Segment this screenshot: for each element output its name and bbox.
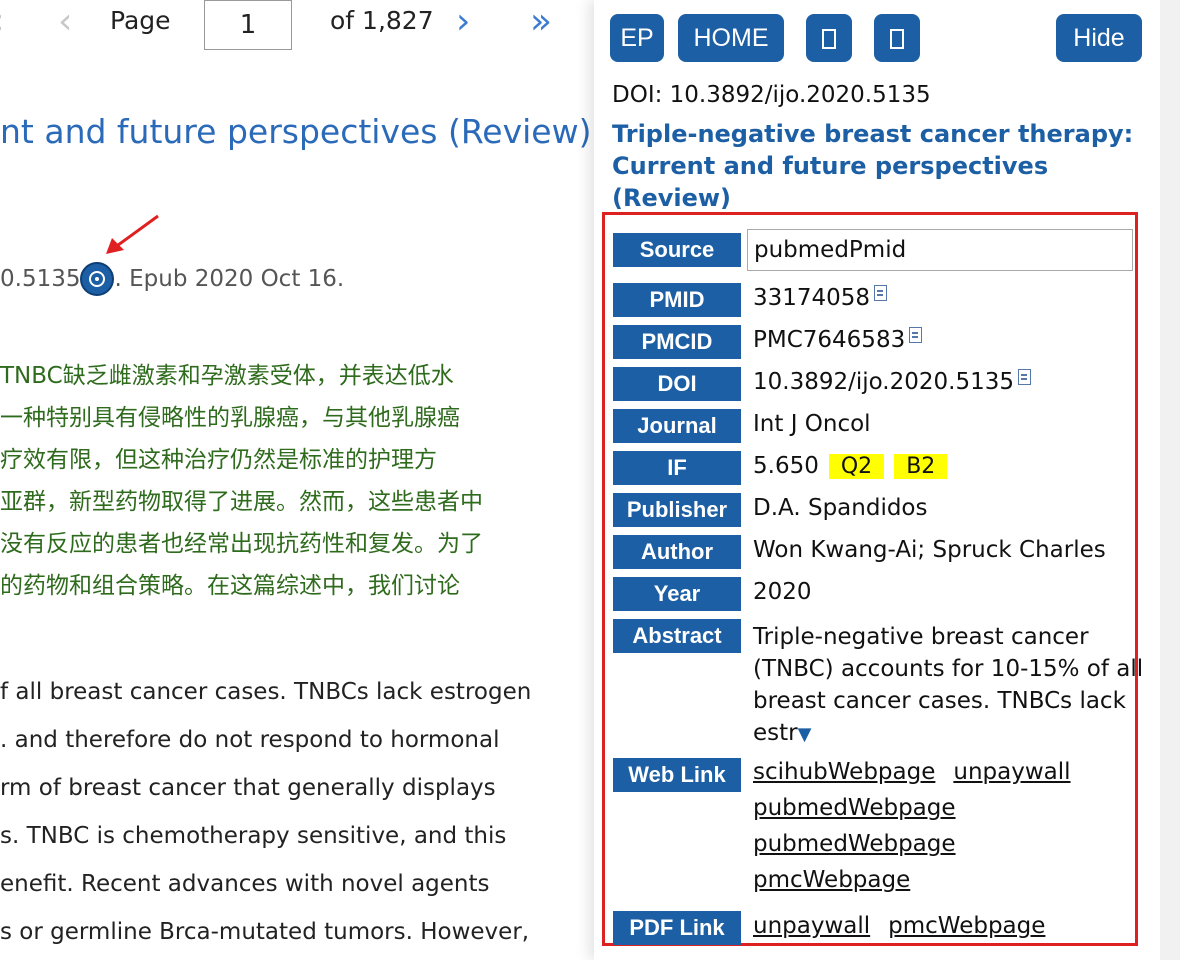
expand-arrow-icon[interactable]: ▼ [798,724,812,745]
page-total: of 1,827 [330,6,434,35]
doi-label: DOI [613,367,741,401]
weblink-pmc[interactable]: pmcWebpage [753,867,910,893]
first-page-arrow-icon[interactable]: ‹ [0,2,4,42]
weblink-row: pmcWebpage [753,867,928,893]
copy-icon[interactable] [1018,369,1031,385]
ep-extension-badge-icon[interactable] [80,262,115,296]
next-page-arrow-icon[interactable]: › [456,2,470,42]
doi-header: DOI: 10.3892/ijo.2020.5135 [612,82,931,108]
article-title: nt and future perspectives (Review). [0,112,600,151]
pmid-row: 33174058 [753,285,888,311]
pmcid-label: PMCID [613,325,741,359]
weblink-row: pubmedWebpage [753,831,974,857]
english-line: . and therefore do not respond to hormon… [0,727,500,753]
pdflink-label: PDF Link [613,911,741,945]
publisher-label: Publisher [613,493,741,527]
weblink-row: scihubWebpage unpaywall [753,759,1089,785]
if-row: 5.650 Q2 B2 [753,453,948,479]
pdflink-pmc[interactable]: pmcWebpage [888,913,1045,939]
ep-info-panel: EP HOME Hide DOI: 10.3892/ijo.2020.5135 … [594,0,1160,960]
chinese-line: 没有反应的患者也经常出现抗药性和复发。为了 [0,531,483,557]
chinese-line: 疗效有限，但这种治疗仍然是标准的护理方 [0,447,437,473]
english-abstract: f all breast cancer cases. TNBCs lack es… [0,668,600,956]
weblink-row: pubmedWebpage [753,795,974,821]
missing-glyph-icon [890,29,904,50]
placeholder-glyph-button[interactable] [874,14,920,62]
weblink-scihub[interactable]: scihubWebpage [753,759,935,785]
weblink-pubmed[interactable]: pubmedWebpage [753,795,956,821]
hide-button[interactable]: Hide [1056,14,1142,62]
journal-label: Journal [613,409,741,443]
if-label: IF [613,451,741,485]
english-line: enefit. Recent advances with novel agent… [0,871,490,897]
source-label: Source [613,233,741,267]
citation-line: 0.5135 . Epub 2020 Oct 16. [0,262,344,296]
placeholder-glyph-button[interactable] [806,14,852,62]
home-button[interactable]: HOME [678,14,784,62]
ep-logo-button[interactable]: EP [610,14,664,62]
pmid-label: PMID [613,283,741,317]
source-field[interactable]: pubmedPmid [747,229,1133,271]
copy-icon[interactable] [874,285,888,301]
quartile-badge: Q2 [828,454,885,479]
chinese-abstract: TNBC缺乏雌激素和孕激素受体，并表达低水 一种特别具有侵略性的乳腺癌，与其他乳… [0,355,600,607]
page-label: Page [110,6,171,35]
english-line: rm of breast cancer that generally displ… [0,775,496,801]
year-label: Year [613,577,741,611]
author-value: Won Kwang-Ai; Spruck Charles [753,537,1106,563]
red-pointer-arrow-icon [106,214,159,254]
doi-row: 10.3892/ijo.2020.5135 [753,369,1031,395]
weblink-pubmed[interactable]: pubmedWebpage [753,831,956,857]
weblink-label: Web Link [613,758,741,792]
abstract-value: Triple-negative breast cancer (TNBC) acc… [753,624,1144,746]
missing-glyph-icon [822,29,836,50]
last-page-arrow-icon[interactable]: » [530,2,552,42]
year-value: 2020 [753,579,812,605]
doi-value: 10.3892/ijo.2020.5135 [753,369,1014,395]
copy-icon[interactable] [909,327,923,343]
pmid-value: 33174058 [753,285,871,311]
grade-badge: B2 [894,454,948,479]
panel-title: Triple-negative breast cancer therapy: C… [612,120,1134,212]
abstract-text: Triple-negative breast cancer (TNBC) acc… [753,621,1145,751]
window-edge [1160,0,1180,960]
article-page: ‹ ‹ Page 1 of 1,827 › » nt and future pe… [0,0,600,960]
publisher-value: D.A. Spandidos [753,495,928,521]
author-label: Author [613,535,741,569]
abstract-label: Abstract [613,619,741,653]
prev-page-arrow-icon[interactable]: ‹ [58,2,72,42]
metadata-box: Source pubmedPmid PMID 33174058 PMCID PM… [602,212,1143,946]
english-line: s or germline Brca-mutated tumors. Howev… [0,919,530,945]
page-number-input[interactable]: 1 [204,0,292,50]
citation-doi-fragment: 0.5135 [0,266,81,292]
chinese-line: 一种特别具有侵略性的乳腺癌，与其他乳腺癌 [0,405,460,431]
chinese-line: TNBC缺乏雌激素和孕激素受体，并表达低水 [0,363,454,389]
pmcid-value: PMC7646583 [753,327,906,353]
english-line: f all breast cancer cases. TNBCs lack es… [0,679,532,705]
pmcid-row: PMC7646583 [753,327,923,353]
impact-factor-value: 5.650 [753,453,819,479]
pdflink-row: unpaywall pmcWebpage [753,913,1063,939]
pdflink-unpaywall[interactable]: unpaywall [753,913,870,939]
english-line: s. TNBC is chemotherapy sensitive, and t… [0,823,507,849]
journal-value: Int J Oncol [753,411,871,437]
chinese-line: 的药物和组合策略。在这篇综述中，我们讨论 [0,573,460,599]
weblink-unpaywall[interactable]: unpaywall [953,759,1070,785]
citation-epub: . Epub 2020 Oct 16. [114,266,345,292]
panel-toolbar: EP HOME Hide [610,14,1144,62]
chinese-line: 亚群，新型药物取得了进展。然而，这些患者中 [0,489,483,515]
